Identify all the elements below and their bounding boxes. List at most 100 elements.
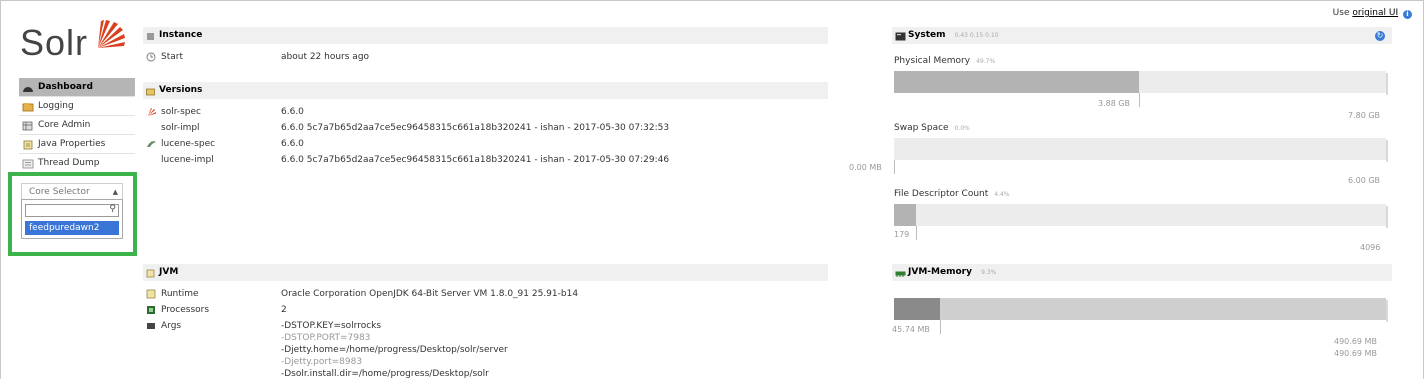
window-left-border <box>0 0 1 379</box>
version-label: lucene-spec <box>161 139 216 149</box>
solr-logo[interactable]: Solr <box>20 18 130 66</box>
jvm-memory-used-tick <box>939 320 941 334</box>
jvm-arg: -Dsolr.install.dir=/home/progress/Deskto… <box>281 369 489 379</box>
search-icon: ⚲ <box>109 204 116 214</box>
system-title: System <box>908 30 946 40</box>
physical-memory-title: Physical Memory 49.7% <box>894 56 995 66</box>
memory-chip-icon <box>895 268 906 277</box>
core-selector-placeholder: Core Selector <box>29 187 90 197</box>
physical-memory-pct: 49.7% <box>976 58 996 65</box>
version-value: 6.6.0 5c7a7b65d2aa7ce5ec96458315c661a18b… <box>281 155 670 165</box>
runtime-label: Runtime <box>161 289 199 299</box>
version-value: 6.6.0 <box>281 107 304 117</box>
physical-memory-used-value: 3.88 GB <box>1098 99 1131 108</box>
start-label: Start <box>161 52 183 62</box>
jvm-arg: -Djetty.home=/home/progress/Desktop/solr… <box>281 345 508 355</box>
sidebar-item-java-properties[interactable]: Java Properties <box>19 135 135 154</box>
jvm-memory-committed-value: 490.69 MB <box>1334 337 1377 346</box>
file-descriptor-used-tick <box>915 226 917 240</box>
instance-icon <box>146 31 155 40</box>
sidebar-item-label: Core Admin <box>38 119 91 130</box>
bar-shadow <box>1386 206 1388 228</box>
version-value: 6.6.0 5c7a7b65d2aa7ce5ec96458315c661a18b… <box>281 123 670 133</box>
physical-memory-bar <box>894 71 1388 95</box>
sidebar-item-label: Thread Dump <box>38 157 100 168</box>
file-descriptor-used-value: 179 <box>894 230 910 239</box>
window-top-border <box>0 0 1424 1</box>
jvm-arg: -Djetty.port=8983 <box>281 357 363 367</box>
swap-space-used-tick <box>894 160 895 174</box>
versions-panel-header: Versions <box>143 82 828 99</box>
refresh-icon[interactable]: ↻ <box>1375 31 1385 41</box>
version-label: solr-impl <box>161 123 200 133</box>
bar-shadow <box>1386 140 1388 162</box>
jvm-memory-max-value: 490.69 MB <box>1334 349 1377 358</box>
sidebar-item-logging[interactable]: Logging <box>19 97 135 116</box>
core-option-feedpuredawn2[interactable]: feedpuredawn2 <box>25 221 119 235</box>
args-label: Args <box>161 321 182 331</box>
processor-icon <box>146 305 156 315</box>
original-ui-link[interactable]: original UI <box>1352 8 1398 18</box>
jvm-memory-committed-fill <box>894 298 1386 320</box>
sidebar-item-label: Java Properties <box>38 138 106 149</box>
system-icon <box>895 31 906 41</box>
instance-panel-header: Instance <box>143 27 828 44</box>
chevron-up-icon: ▲ <box>112 188 118 196</box>
jvm-title: JVM <box>159 267 179 277</box>
version-label: lucene-impl <box>161 155 214 165</box>
swap-space-title: Swap Space 0.0% <box>894 123 970 133</box>
logo-text: Solr <box>20 22 89 63</box>
original-ui-notice: Use original UI i <box>1333 8 1412 19</box>
use-prefix: Use <box>1332 8 1350 18</box>
processors-label: Processors <box>161 305 210 315</box>
thread-dump-icon <box>22 158 34 169</box>
file-descriptor-pct: 4.4% <box>994 191 1010 198</box>
dashboard-icon <box>22 82 34 92</box>
runtime-icon <box>146 289 156 299</box>
sidebar-item-thread-dump[interactable]: Thread Dump <box>19 154 135 173</box>
solr-small-logo-icon <box>146 107 156 117</box>
bar-shadow <box>1386 73 1388 95</box>
physical-memory-used-tick <box>1138 93 1140 107</box>
file-descriptor-total-value: 4096 <box>1360 243 1381 252</box>
versions-icon <box>146 86 155 96</box>
jvm-memory-title: JVM-Memory <box>908 267 972 277</box>
physical-memory-total-value: 7.80 GB <box>1348 111 1381 120</box>
jvm-memory-used-value: 45.74 MB <box>892 325 930 334</box>
sidebar-nav: Dashboard Logging Core Admin Java Proper… <box>19 78 135 173</box>
core-search-input[interactable]: ⚲ <box>25 204 119 217</box>
physical-memory-label: Physical Memory <box>894 56 971 66</box>
jvm-memory-panel-header: JVM-Memory 9.3% <box>892 264 1392 281</box>
solr-sunburst-logo-icon <box>98 20 125 48</box>
physical-memory-used-fill <box>894 71 1139 93</box>
jvm-panel-header: JVM <box>143 264 828 281</box>
sidebar-item-core-admin[interactable]: Core Admin <box>19 116 135 135</box>
sidebar-item-label: Logging <box>38 100 74 111</box>
core-admin-icon <box>22 120 34 131</box>
version-value: 6.6.0 <box>281 139 304 149</box>
logging-icon <box>22 101 34 112</box>
swap-space-bar <box>894 138 1388 162</box>
versions-title: Versions <box>159 85 203 95</box>
java-properties-icon <box>22 139 34 150</box>
info-icon[interactable]: i <box>1403 10 1412 19</box>
swap-space-total-value: 6.00 GB <box>1348 176 1381 185</box>
bar-shadow <box>1386 300 1388 322</box>
jvm-memory-bar <box>894 298 1388 322</box>
jvm-memory-pct: 9.3% <box>981 269 997 276</box>
system-load: 0.43 0.15 0.10 <box>954 32 999 39</box>
system-panel-header: System 0.43 0.15 0.10 <box>892 27 1392 44</box>
swap-space-pct: 0.0% <box>954 125 970 132</box>
start-value: about 22 hours ago <box>281 52 370 62</box>
file-descriptor-used-fill <box>894 204 916 226</box>
file-descriptor-label: File Descriptor Count <box>894 189 989 199</box>
version-label: solr-spec <box>161 107 201 117</box>
instance-title: Instance <box>159 30 203 40</box>
processors-value: 2 <box>281 305 287 315</box>
sidebar-item-dashboard[interactable]: Dashboard <box>19 78 135 97</box>
sidebar-item-label: Dashboard <box>38 81 93 92</box>
jvm-arg: -DSTOP.KEY=solrrocks <box>281 321 382 331</box>
args-icon <box>146 321 156 331</box>
runtime-value: Oracle Corporation OpenJDK 64-Bit Server… <box>281 289 579 299</box>
file-descriptor-bar <box>894 204 1388 228</box>
